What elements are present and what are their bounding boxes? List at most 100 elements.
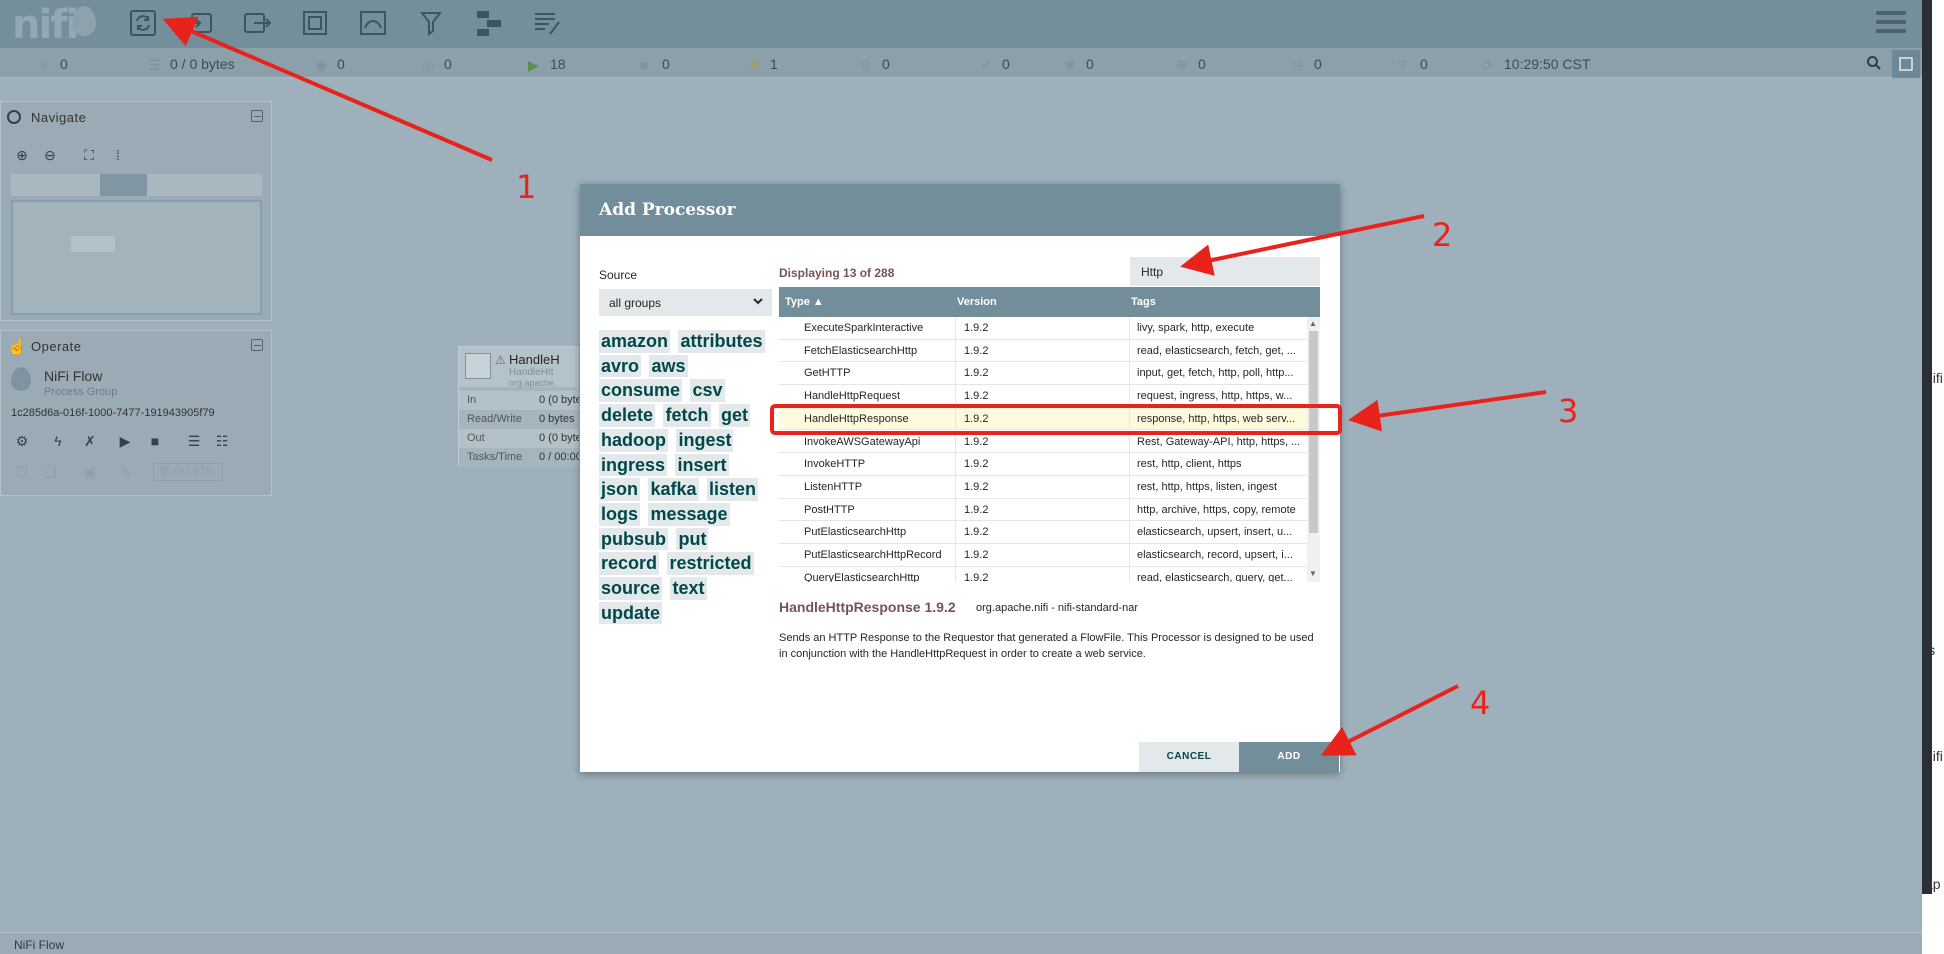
annotation-label-1: 1 [516,168,537,206]
tag-json[interactable]: json [599,478,641,501]
navigate-collapse-button[interactable] [251,110,263,122]
table-row[interactable]: ExecuteSparkInteractive 1.9.2 livy, spark,… [779,317,1307,340]
tag-ingest[interactable]: ingest [676,428,734,452]
upload-template-button[interactable]: ☷ [211,430,233,452]
table-row[interactable]: InvokeHTTP 1.9.2 rest, http, client, https [779,453,1307,476]
disable-icon: ✗ [84,432,96,449]
tag-insert[interactable]: insert [675,453,729,477]
running-icon: ▶ [528,57,539,73]
tag-source[interactable]: source [599,577,663,600]
tag-listen[interactable]: listen [706,478,758,501]
enable-button[interactable]: ϟ [47,430,69,452]
operate-collapse-button[interactable] [251,339,263,351]
cell-tags: Rest, Gateway-API, http, https, ... [1137,435,1301,448]
actual-size-icon: ⁞ [116,147,120,163]
cell-tags: rest, http, client, https [1137,458,1242,471]
table-scrollbar[interactable]: ▲ ▼ [1307,317,1320,582]
selected-processor-bundle: org.apache.nifi - nifi-standard-nar [976,602,1139,614]
tag-restricted[interactable]: restricted [667,552,754,576]
table-row[interactable]: PostHTTP 1.9.2 http, archive, https, copy,… [779,498,1307,522]
paste-button[interactable]: ❏ [39,461,61,483]
scrollbar-thumb[interactable] [1309,331,1318,533]
start-button[interactable]: ▶ [114,430,136,452]
funnel-tool-button[interactable] [412,4,450,42]
status-item: ⊕ 0 [1176,56,1206,73]
input-port-tool-button[interactable] [180,4,218,42]
column-tags[interactable]: Tags [1131,296,1156,308]
birdseye-viewport[interactable] [100,174,147,196]
remote-group-tool-button[interactable] [354,4,392,42]
tag-kafka[interactable]: kafka [648,478,699,501]
tag-update[interactable]: update [599,601,663,625]
tag-hadoop[interactable]: hadoop [599,428,668,452]
breadcrumb-root[interactable]: NiFi Flow [14,938,64,952]
cancel-button[interactable]: CANCEL [1139,742,1239,772]
processor-filter-input[interactable]: Http [1130,257,1320,286]
tag-attributes[interactable]: attributes [678,330,765,353]
birdseye-view[interactable] [11,200,262,315]
canvas-processor[interactable]: ⚠ HandleH HandleHtt org.apache. In 0 (0 b… [458,346,579,467]
processor-types-table: Type ▲ Version Tags ExecuteSparkInteract… [779,287,1320,582]
column-divider [955,544,956,566]
column-divider [955,521,956,544]
scroll-down-icon[interactable]: ▼ [1309,569,1317,578]
table-row[interactable]: QueryElasticsearchHttp 1.9.2 read, elastic… [779,566,1307,582]
table-row[interactable]: GetHTTP 1.9.2 input, get, fetch, http, pol… [779,362,1307,386]
table-row[interactable]: ListenHTTP 1.9.2 rest, http, https, listen… [779,475,1307,499]
column-version[interactable]: Version [957,296,997,308]
output-port-tool-button[interactable] [238,4,276,42]
column-type[interactable]: Type ▲ [785,296,824,308]
stop-button[interactable]: ■ [144,430,166,452]
tag-avro[interactable]: avro [599,354,642,378]
tag-record[interactable]: record [599,552,660,576]
tag-aws[interactable]: aws [649,354,688,378]
create-template-button[interactable]: ☰ [183,430,205,452]
configure-button[interactable]: ⚙ [11,430,33,452]
source-select[interactable]: all groups [599,289,772,316]
bulletin-board-button[interactable] [1892,50,1920,78]
tag-delete[interactable]: delete [599,404,656,427]
table-row[interactable]: HandleHttpResponse 1.9.2 response, http, h… [779,407,1307,431]
annotation-label-3: 3 [1558,392,1579,430]
table-row[interactable]: PutElasticsearchHttpRecord 1.9.2 elasticse… [779,544,1307,567]
tag-get[interactable]: get [718,404,750,427]
tag-message[interactable]: message [648,502,730,526]
search-button[interactable] [1860,50,1888,76]
table-row[interactable]: HandleHttpRequest 1.9.2 request, ingress, … [779,385,1307,408]
tag-text[interactable]: text [670,577,707,600]
add-button[interactable]: ADD [1239,742,1339,772]
table-row[interactable]: FetchElasticsearchHttp 1.9.2 read, elastic… [779,339,1307,363]
tag-amazon[interactable]: amazon [599,330,671,353]
tag-consume[interactable]: consume [599,379,683,403]
cell-version: 1.9.2 [964,571,989,582]
template-tool-button[interactable] [470,4,508,42]
disable-button[interactable]: ✗ [79,430,101,452]
tag-put[interactable]: put [676,527,709,551]
fit-button[interactable]: ⛶ [78,144,100,166]
delete-button[interactable]: 🗑 DELETE [153,463,223,481]
cell-type: PutElasticsearchHttp [804,526,907,539]
zoom-in-button[interactable]: ⊕ [11,144,33,166]
zoom-out-button[interactable]: ⊖ [39,144,61,166]
color-button[interactable]: ✎ [115,461,137,483]
process-group-tool-button[interactable] [296,4,334,42]
tag-ingress[interactable]: ingress [599,453,668,477]
table-row[interactable]: InvokeAWSGatewayApi 1.9.2 Rest, Gateway-AP… [779,430,1307,454]
invalid-icon: ⚠ [748,57,761,73]
tag-logs[interactable]: logs [599,502,641,526]
refresh-status[interactable]: ⟳ 10:29:50 CST [1482,56,1591,73]
label-tool-button[interactable] [528,4,566,42]
tag-fetch[interactable]: fetch [663,404,711,427]
tag-pubsub[interactable]: pubsub [599,527,668,551]
processor-type-icon [465,353,491,379]
paste-icon: ❏ [43,463,57,480]
actual-size-button[interactable]: ⁞ [107,144,129,166]
table-row[interactable]: PutElasticsearchHttp 1.9.2 elasticsearch, … [779,521,1307,544]
group-button[interactable]: ▣ [79,461,101,483]
refresh-time: 10:29:50 CST [1504,56,1591,72]
tag-csv[interactable]: csv [690,379,725,403]
scroll-up-icon[interactable]: ▲ [1309,319,1317,328]
global-menu-button[interactable] [1876,8,1906,38]
copy-button[interactable]: ❐ [11,461,33,483]
processor-tool-button[interactable] [124,4,162,42]
